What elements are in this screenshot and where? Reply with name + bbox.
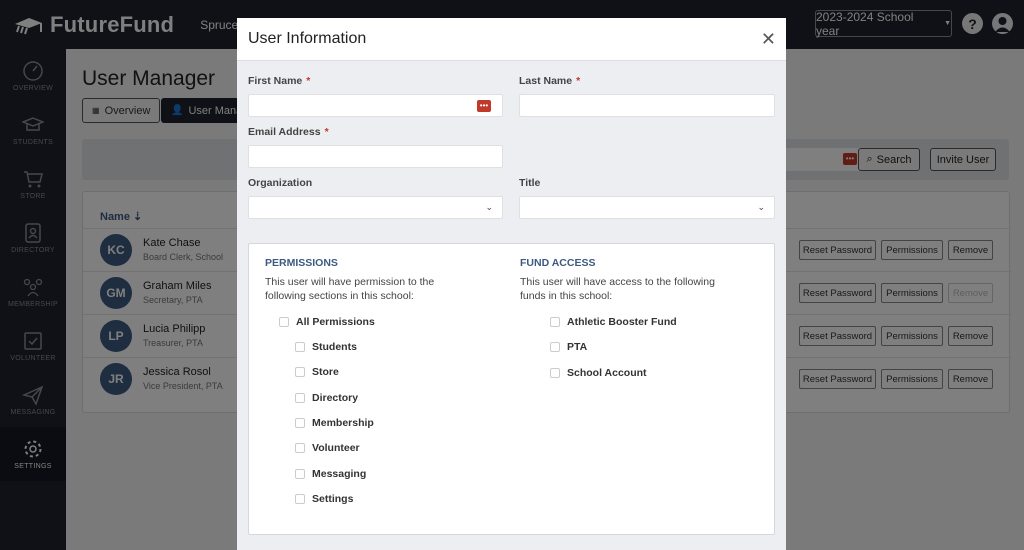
- checkbox-label: School Account: [567, 366, 647, 379]
- email-input[interactable]: [248, 145, 503, 168]
- checkbox-label: Messaging: [312, 467, 367, 480]
- checkbox[interactable]: [295, 493, 305, 504]
- first-name-input[interactable]: •••: [248, 94, 503, 117]
- fund-checkbox-school-account[interactable]: School Account: [550, 367, 647, 379]
- chevron-down-icon: ⌄: [485, 202, 493, 212]
- checkbox-label: PTA: [567, 341, 588, 354]
- modal-title: User Information: [248, 30, 367, 47]
- checkbox-label: Membership: [312, 416, 374, 429]
- last-name-input[interactable]: [519, 94, 775, 117]
- close-icon[interactable]: ✕: [761, 30, 776, 48]
- checkbox[interactable]: [295, 443, 305, 454]
- checkbox-label: All Permissions: [296, 316, 375, 328]
- checkbox-label: Athletic Booster Fund: [567, 316, 677, 328]
- permissions-heading: PERMISSIONS: [265, 257, 338, 269]
- fund-checkbox-athletic-booster-fund[interactable]: Athletic Booster Fund: [550, 316, 677, 328]
- chevron-down-icon: ⌄: [757, 202, 765, 212]
- password-manager-icon[interactable]: •••: [477, 100, 491, 112]
- user-information-modal: User Information ✕ First Name * ••• Last …: [237, 18, 786, 550]
- all-permissions-checkbox[interactable]: All Permissions: [279, 316, 375, 328]
- organization-label: Organization: [248, 177, 313, 189]
- permission-checkbox-membership[interactable]: Membership: [295, 417, 374, 429]
- checkbox[interactable]: [279, 317, 289, 327]
- permissions-panel: PERMISSIONS This user will have permissi…: [248, 243, 775, 535]
- modal-header: User Information ✕: [237, 18, 786, 61]
- checkbox[interactable]: [295, 342, 305, 352]
- first-name-label: First Name *: [248, 75, 311, 87]
- title-label: Title: [519, 177, 541, 189]
- checkbox[interactable]: [295, 367, 305, 378]
- checkbox[interactable]: [295, 392, 305, 403]
- permission-checkbox-students[interactable]: Students: [295, 341, 357, 353]
- checkbox[interactable]: [550, 317, 560, 327]
- fund-checkbox-pta[interactable]: PTA: [550, 341, 587, 353]
- permission-checkbox-store[interactable]: Store: [295, 366, 339, 378]
- checkbox-label: Directory: [312, 391, 359, 404]
- last-name-label: Last Name *: [519, 75, 581, 87]
- permission-checkbox-volunteer[interactable]: Volunteer: [295, 442, 360, 454]
- title-select[interactable]: ⌄: [519, 196, 775, 219]
- checkbox-label: Students: [312, 341, 357, 353]
- checkbox-label: Settings: [312, 492, 354, 505]
- checkbox[interactable]: [550, 342, 560, 353]
- checkbox-label: Store: [312, 366, 339, 379]
- checkbox[interactable]: [295, 468, 305, 479]
- permission-checkbox-directory[interactable]: Directory: [295, 392, 358, 404]
- email-label: Email Address *: [248, 126, 329, 138]
- permissions-description: This user will have permission to the fo…: [265, 276, 435, 302]
- checkbox[interactable]: [295, 417, 305, 428]
- checkbox-label: Volunteer: [312, 442, 360, 455]
- fund-access-description: This user will have access to the follow…: [520, 276, 715, 302]
- permission-checkbox-messaging[interactable]: Messaging: [295, 468, 366, 480]
- fund-access-heading: FUND ACCESS: [520, 257, 596, 269]
- permission-checkbox-settings[interactable]: Settings: [295, 493, 353, 505]
- organization-select[interactable]: ⌄: [248, 196, 503, 219]
- checkbox[interactable]: [550, 367, 560, 378]
